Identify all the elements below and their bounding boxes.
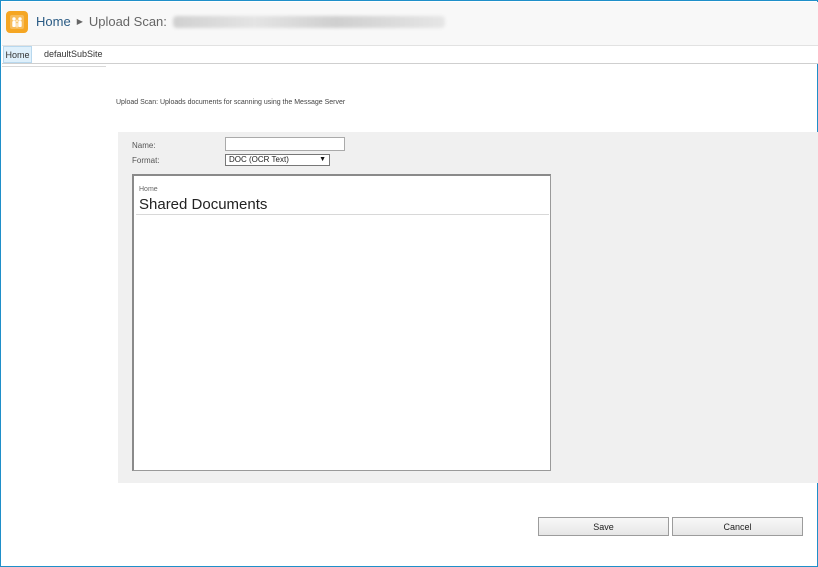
app-window: Home ▶ Upload Scan: Home defaultSubSite … [0,0,818,567]
library-divider [136,214,549,215]
library-breadcrumb[interactable]: Home [139,186,158,193]
name-input[interactable] [225,137,345,151]
title-bar: Home ▶ Upload Scan: [2,2,818,46]
document-library-frame[interactable]: Home Shared Documents [132,174,551,471]
nav-divider [2,64,106,67]
page-title: Upload Scan: [88,14,167,29]
tab-home[interactable]: Home [3,46,32,63]
people-logo-icon[interactable] [6,11,28,33]
page-description: Upload Scan: Uploads documents for scann… [116,99,346,106]
library-title: Shared Documents [139,196,268,213]
format-select[interactable]: DOC (OCR Text) ▼ [225,154,330,166]
cancel-button[interactable]: Cancel [672,517,803,536]
format-label: Format: [132,156,160,165]
name-label: Name: [132,141,156,150]
format-selected-value: DOC (OCR Text) [229,155,289,164]
save-button[interactable]: Save [538,517,669,536]
dropdown-arrow-icon: ▼ [319,156,326,163]
breadcrumb-home-link[interactable]: Home [36,14,71,29]
top-navigation: Home defaultSubSite [2,46,818,64]
upload-form-panel: Name: Format: DOC (OCR Text) ▼ Home Shar… [118,132,818,483]
redacted-url [172,15,445,28]
tab-default-subsite[interactable]: defaultSubSite [44,49,103,59]
chevron-right-icon: ▶ [76,17,83,26]
breadcrumb: Home ▶ Upload Scan: [36,14,445,29]
